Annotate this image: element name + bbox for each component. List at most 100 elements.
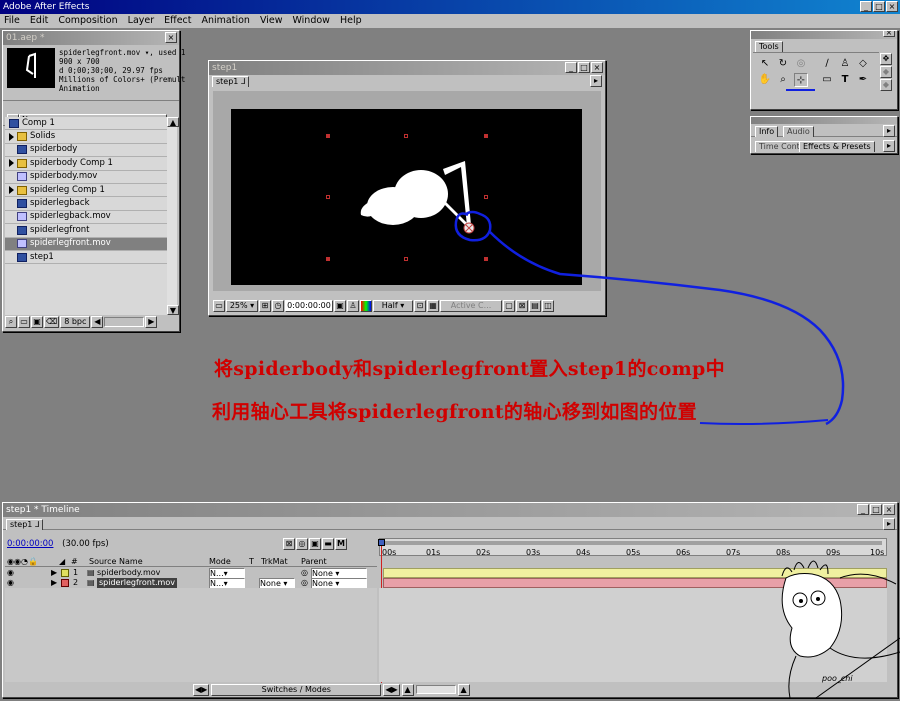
anchor-point-icon[interactable]: [462, 221, 476, 235]
layer-handle-icon[interactable]: [484, 195, 488, 199]
channel-icon[interactable]: [360, 300, 372, 312]
tools-close-button[interactable]: ×: [883, 31, 895, 37]
col-t[interactable]: T: [249, 557, 254, 567]
viewer-minimize-button[interactable]: _: [565, 62, 577, 73]
timeline-toggle-icon[interactable]: ▤: [529, 300, 541, 312]
track-z-icon[interactable]: ◆: [880, 79, 892, 91]
maximize-button[interactable]: □: [873, 1, 885, 12]
type-tool-icon[interactable]: T: [838, 73, 852, 87]
switches-modes-toggle[interactable]: Switches / Modes: [211, 683, 382, 696]
layer-handle-icon[interactable]: [484, 134, 488, 138]
col-mode[interactable]: Mode: [209, 557, 231, 567]
layer-handle-icon[interactable]: [326, 195, 330, 199]
layer-handle-icon[interactable]: [326, 134, 330, 138]
layer-row[interactable]: ◉ ▶ 1 ▤ spiderbody.mov N...▾ ◎ None ▾: [5, 568, 375, 580]
timeline-close-button[interactable]: ×: [883, 504, 895, 515]
camera-tool-icon[interactable]: ◎: [794, 57, 808, 71]
selection-tool-icon[interactable]: ↖: [758, 57, 772, 71]
zoom-large-icon[interactable]: ▲: [457, 683, 470, 696]
expand-icon[interactable]: [9, 132, 14, 141]
effects-menu-arrow-icon[interactable]: ▸: [883, 140, 895, 152]
show-snapshot-icon[interactable]: ♙: [347, 300, 359, 312]
rotation-tool-icon[interactable]: ↻: [776, 57, 790, 71]
col-trkmat[interactable]: TrkMat: [261, 557, 288, 567]
layer-name[interactable]: spiderbody.mov: [97, 568, 160, 578]
motion-blur-icon[interactable]: M: [335, 538, 347, 550]
layer-name[interactable]: spiderlegfront.mov: [97, 578, 177, 588]
project-item[interactable]: spiderbody: [5, 144, 168, 158]
col-source-name[interactable]: Source Name: [89, 557, 143, 567]
parent-pickwhip-icon[interactable]: ◎: [301, 568, 308, 578]
menu-edit[interactable]: Edit: [30, 14, 48, 28]
zoom-out-arrow-icon[interactable]: ◀▶: [383, 683, 400, 696]
project-item[interactable]: spiderleg Comp 1: [5, 184, 168, 198]
work-area-bar[interactable]: [382, 541, 882, 545]
viewer-close-button[interactable]: ×: [591, 62, 603, 73]
view-options-icon[interactable]: ▢: [503, 300, 515, 312]
render-icon[interactable]: ◫: [542, 300, 554, 312]
project-item[interactable]: spiderlegback.mov: [5, 211, 168, 225]
expand-icon[interactable]: [9, 159, 14, 168]
parent-pickwhip-icon[interactable]: ◎: [301, 578, 308, 588]
menu-view[interactable]: View: [260, 14, 283, 28]
hand-tool-icon[interactable]: ✋: [758, 73, 772, 87]
shy-layers-icon[interactable]: ▣: [309, 538, 321, 550]
frame-blend-icon[interactable]: ▬: [322, 538, 334, 550]
menu-layer[interactable]: Layer: [128, 14, 155, 28]
zoom-slider[interactable]: [415, 685, 456, 694]
timeline-menu-arrow-icon[interactable]: ▸: [883, 518, 895, 530]
scroll-left-button[interactable]: ◀: [91, 316, 104, 328]
find-icon[interactable]: ⌕: [5, 316, 17, 328]
new-comp-icon[interactable]: ▣: [31, 316, 43, 328]
transparency-grid-icon[interactable]: ▦: [427, 300, 439, 312]
rectangle-tool-icon[interactable]: ▭: [820, 73, 834, 87]
viewer-timecode[interactable]: 0:00:00:00: [285, 300, 333, 312]
layer-handle-icon[interactable]: [484, 257, 488, 261]
project-close-button[interactable]: ×: [165, 32, 177, 43]
tab-step1[interactable]: step1 ⅃: [212, 76, 250, 87]
new-folder-icon[interactable]: ▭: [18, 316, 30, 328]
snapshot-icon[interactable]: ◷: [272, 300, 284, 312]
viewer-menu-arrow-icon[interactable]: ▸: [590, 75, 602, 87]
project-item[interactable]: spiderbody.mov: [5, 171, 168, 184]
track-xy-icon[interactable]: ◆: [880, 66, 892, 78]
project-item[interactable]: Solids: [5, 130, 168, 144]
project-item[interactable]: step1: [5, 251, 168, 265]
timeline-timecode[interactable]: 0:00:00:00: [7, 539, 53, 549]
menu-window[interactable]: Window: [292, 14, 329, 28]
resolution-dropdown[interactable]: Half ▾: [373, 300, 413, 312]
trash-icon[interactable]: ⌫: [44, 316, 60, 328]
info-menu-arrow-icon[interactable]: ▸: [883, 125, 895, 137]
layer-handle-icon[interactable]: [326, 257, 330, 261]
tab-audio[interactable]: Audio: [783, 126, 814, 137]
scroll-right-button[interactable]: ▶: [145, 316, 158, 328]
minimize-button[interactable]: _: [860, 1, 872, 12]
layer-label-color[interactable]: [61, 569, 69, 577]
zoom-tool-icon[interactable]: ⌕: [776, 73, 790, 87]
flowchart-icon[interactable]: ⊠: [516, 300, 528, 312]
layer-row-selected[interactable]: ◉ ▶ 2 ▤ spiderlegfront.mov N...▾ None ▾ …: [5, 578, 375, 590]
col-parent[interactable]: Parent: [301, 557, 327, 567]
col-num[interactable]: #: [71, 557, 78, 567]
project-scrollbar[interactable]: ▲ ▼: [167, 117, 179, 315]
orbit-icon[interactable]: ✥: [880, 53, 892, 65]
timeline-tab-step1[interactable]: step1 ⅃: [6, 519, 44, 530]
camera-icon[interactable]: ▣: [334, 300, 346, 312]
project-item[interactable]: spiderlegfront: [5, 224, 168, 238]
menu-effect[interactable]: Effect: [164, 14, 191, 28]
close-button[interactable]: ×: [886, 1, 898, 12]
viewer-maximize-button[interactable]: □: [578, 62, 590, 73]
layer-handle-icon[interactable]: [404, 257, 408, 261]
pan-behind-tool-icon[interactable]: ⊹: [794, 73, 808, 87]
comp-canvas[interactable]: [231, 109, 582, 285]
menu-composition[interactable]: Composition: [58, 14, 117, 28]
safe-zones-icon[interactable]: ⊞: [259, 300, 271, 312]
toggle-switches-arrow-icon[interactable]: ◀▶: [193, 683, 210, 696]
project-item[interactable]: spiderbody Comp 1: [5, 157, 168, 171]
zoom-small-icon[interactable]: ▲: [401, 683, 414, 696]
layer-label-color[interactable]: [61, 579, 69, 587]
project-item-selected[interactable]: spiderlegfront.mov: [5, 237, 168, 251]
expand-icon[interactable]: [9, 186, 14, 195]
video-switch-icon[interactable]: ◉: [7, 578, 14, 588]
expand-icon[interactable]: ▶: [51, 578, 57, 588]
